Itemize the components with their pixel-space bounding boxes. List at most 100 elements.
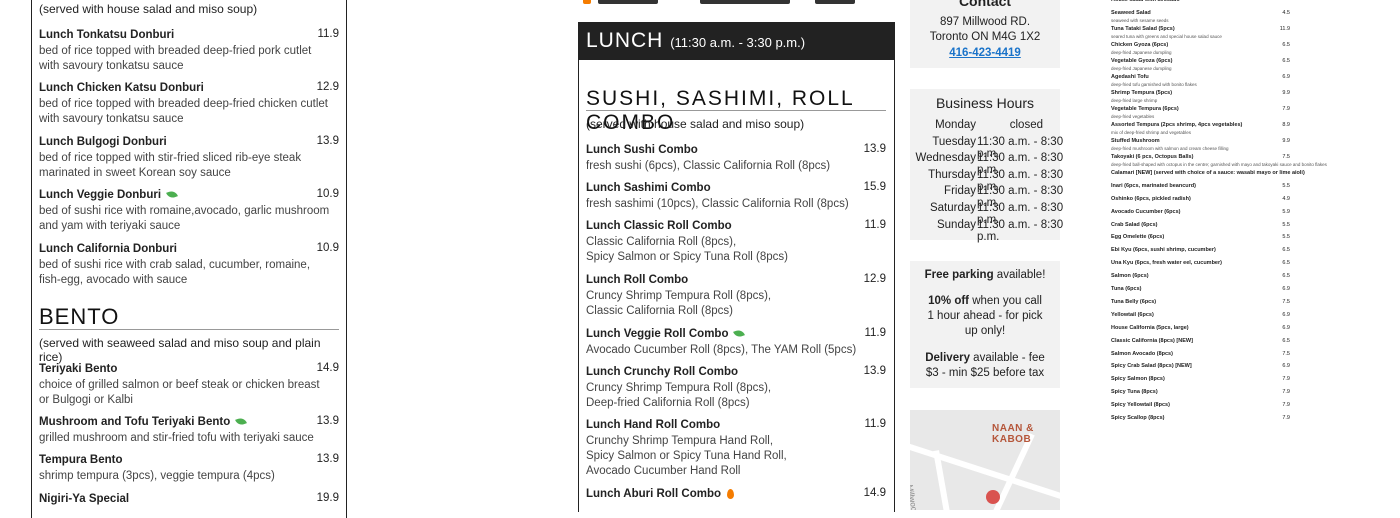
tiny-item-name: House salad with avocado bbox=[1111, 0, 1180, 3]
tiny-item-name: Ebi Kyu (6pcs, sushi shrimp, cucumber) bbox=[1111, 247, 1216, 254]
item-price: 13.9 bbox=[316, 135, 339, 147]
menu-item: Lunch Bulgogi Donburi bed of rice topped… bbox=[39, 135, 339, 181]
item-description: shrimp tempura (3pcs), veggie tempura (4… bbox=[39, 470, 275, 482]
tiny-item-price: 6.5 bbox=[1282, 273, 1290, 280]
tiny-item-name: Assorted Tempura (2pcs shrimp, 4pcs vege… bbox=[1111, 121, 1243, 128]
tiny-item-price: 6.9 bbox=[1282, 324, 1290, 331]
item-description: bed of rice topped with breaded deep-fri… bbox=[39, 98, 328, 125]
tiny-item-name: Takoyaki (6 pcs, Octopus Balls) bbox=[1111, 153, 1194, 160]
tiny-item-price: 9.9 bbox=[1282, 137, 1290, 144]
menu-item: Lunch Hand Roll Combo Crunchy Shrimp Tem… bbox=[586, 418, 886, 479]
tiny-item-description: deep-fried vegetables bbox=[1111, 113, 1155, 119]
item-name: Lunch Veggie Donburi bbox=[39, 188, 339, 203]
map-street-label: Millwood Rd bbox=[910, 484, 922, 510]
item-price: 11.9 bbox=[864, 327, 886, 339]
tiny-item-name: Tuna Tataki Salad (5pcs) bbox=[1111, 25, 1175, 32]
tiny-item-price: 6.9 bbox=[1282, 286, 1290, 292]
lunch-heading: LUNCH (11:30 a.m. - 3:30 p.m.) bbox=[586, 29, 806, 52]
lunch-combo-menu-column: LUNCH (11:30 a.m. - 3:30 p.m.) SUSHI, SA… bbox=[578, 22, 895, 512]
parking-info: Free parking available! bbox=[924, 269, 1046, 281]
tiny-item-price: 7.5 bbox=[1282, 298, 1290, 305]
tiny-item-price: 9.9 bbox=[1282, 89, 1290, 96]
cropped-text bbox=[815, 0, 855, 4]
tiny-item-description: deep-fried large shrimp bbox=[1111, 97, 1158, 103]
hours-day: Monday bbox=[935, 119, 976, 131]
item-description: Classic California Roll (8pcs), Spicy Sal… bbox=[586, 236, 788, 263]
item-price: 12.9 bbox=[316, 81, 339, 93]
item-name: Lunch California Donburi bbox=[39, 243, 177, 255]
item-description: bed of rice topped with stir-fried slice… bbox=[39, 152, 302, 179]
item-price: 19.9 bbox=[316, 492, 339, 504]
menu-item: Lunch Roll Combo Cruncy Shrimp Tempura R… bbox=[586, 273, 886, 319]
item-price: 10.9 bbox=[316, 242, 339, 254]
tiny-item-name: Inari (6pcs, marinated beancurd) bbox=[1111, 182, 1196, 189]
vegetarian-leaf-icon bbox=[166, 189, 178, 200]
menu-item: Lunch Veggie Roll Combo Avocado Cucumber… bbox=[586, 327, 886, 358]
hours-time: closed bbox=[1009, 119, 1043, 131]
tiny-item-description: mix of deep-fried shrimp and vegetables bbox=[1111, 129, 1192, 135]
hours-time: 11:30 a.m. - 8:30 p.m. bbox=[977, 218, 1064, 243]
served-note: (served with house salad and miso soup) bbox=[39, 2, 258, 16]
location-map[interactable]: NAAN & KABOB Millwood Rd bbox=[910, 410, 1060, 510]
item-name: Lunch Hand Roll Combo bbox=[586, 419, 721, 431]
tiny-item-price: 6.5 bbox=[1282, 57, 1290, 64]
vegetarian-leaf-icon bbox=[733, 328, 746, 339]
item-description: Cruncy Shrimp Tempura Roll (8pcs), Deep-f… bbox=[586, 382, 772, 409]
map-place-label: NAAN & KABOB bbox=[992, 423, 1034, 445]
item-description: Avocado Cucumber Roll (8pcs), The YAM Ro… bbox=[586, 344, 857, 356]
hours-day: Friday bbox=[944, 185, 976, 198]
cropped-text bbox=[700, 0, 790, 4]
business-hours-title: Business Hours bbox=[935, 95, 1035, 111]
tiny-item-description: deep-fried Japanese dumpling bbox=[1111, 49, 1172, 55]
menu-item: Lunch Sushi Combo fresh sushi (6pcs), Cl… bbox=[586, 143, 886, 174]
tiny-item-price: 5.5 bbox=[1282, 234, 1290, 241]
tiny-item-name: Vegetable Gyoza (6pcs) bbox=[1111, 57, 1173, 64]
item-description: choice of grilled salmon or beef steak o… bbox=[39, 379, 320, 406]
tiny-item-name: Tuna Belly (6pcs) bbox=[1111, 298, 1157, 305]
served-note: (served with house salad and miso soup) bbox=[586, 117, 805, 131]
tiny-item-name: House California (5pcs, large) bbox=[1111, 324, 1189, 331]
item-price: 11.9 bbox=[864, 418, 886, 430]
tiny-item-price: 6.5 bbox=[1282, 41, 1290, 48]
hours-day: Wednesday bbox=[915, 152, 976, 165]
item-price: 14.9 bbox=[316, 362, 339, 374]
tiny-item-price: 8.9 bbox=[1282, 121, 1290, 128]
item-name: Mushroom and Tofu Teriyaki Bento bbox=[39, 415, 339, 430]
tiny-item-price: 6.5 bbox=[1282, 260, 1290, 267]
menu-item: Lunch Chicken Katsu Donburi bed of rice … bbox=[39, 81, 339, 127]
menu-item: Mushroom and Tofu Teriyaki Bento grilled… bbox=[39, 415, 339, 446]
item-price: 10.9 bbox=[316, 188, 339, 200]
tiny-item-name: Stuffed Mushroom bbox=[1111, 137, 1160, 144]
tiny-item-description: deep-fried ball-shaped with octopus in t… bbox=[1111, 161, 1327, 167]
tiny-item-name: Salmon Avocado (8pcs) bbox=[1111, 350, 1173, 357]
tiny-item-price: 4.9 bbox=[1282, 195, 1290, 202]
item-description: fresh sashimi (10pcs), Classic Californi… bbox=[586, 198, 849, 210]
tiny-item-price: 7.5 bbox=[1282, 153, 1290, 160]
location-pin-icon[interactable] bbox=[986, 490, 1000, 504]
tiny-item-name: Avocado Cucumber (6pcs) bbox=[1111, 208, 1181, 215]
tiny-item-name: Salmon (6pcs) bbox=[1111, 273, 1149, 280]
menu-item: Lunch Veggie Donburi bed of sushi rice w… bbox=[39, 188, 339, 234]
item-name: Teriyaki Bento bbox=[39, 363, 118, 375]
item-description: Cruncy Shrimp Tempura Roll (8pcs), Classi… bbox=[586, 290, 772, 317]
tiny-item-name: Oshinko (6pcs, pickled radish) bbox=[1111, 195, 1191, 202]
hours-day: Saturday bbox=[929, 202, 976, 214]
item-price: 15.9 bbox=[863, 181, 886, 193]
item-price: 14.9 bbox=[863, 487, 886, 499]
tiny-item-name: Classic California (8pcs) [NEW] bbox=[1111, 337, 1193, 344]
phone-link[interactable]: 416-423-4419 bbox=[910, 45, 1060, 61]
tiny-item-name: Chicken Gyoza (6pcs) bbox=[1111, 41, 1169, 48]
item-name: Lunch Tonkatsu Donburi bbox=[39, 29, 175, 41]
item-price: 13.9 bbox=[863, 143, 886, 155]
tiny-item-price: 7.9 bbox=[1282, 389, 1290, 396]
delivery-info: Delivery available - fee $3 - min $25 be… bbox=[925, 352, 1045, 379]
flame-icon bbox=[583, 0, 591, 4]
menu-item: Lunch Sashimi Combo fresh sashimi (10pcs… bbox=[586, 181, 886, 212]
tiny-item-price: 7.9 bbox=[1282, 415, 1290, 421]
spicy-flame-icon bbox=[727, 488, 735, 499]
tiny-item-price: 6.5 bbox=[1282, 337, 1290, 344]
tiny-item-price: 5.5 bbox=[1282, 182, 1290, 189]
section-divider bbox=[586, 110, 886, 111]
tiny-item-name: Yellowtail (6pcs) bbox=[1111, 311, 1154, 318]
item-name: Lunch Classic Roll Combo bbox=[586, 220, 732, 232]
